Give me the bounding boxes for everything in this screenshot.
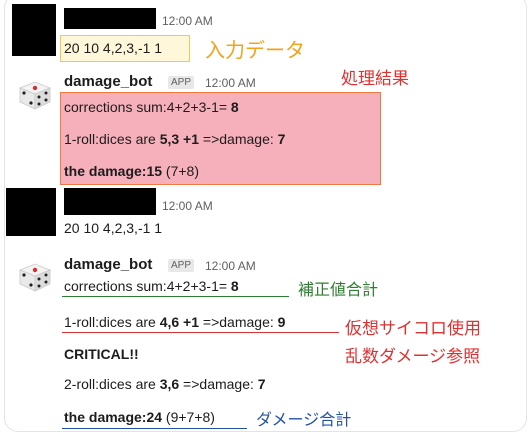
user-name-redacted[interactable] [64, 8, 156, 29]
message-text: 20 10 4,2,3,-1 1 [64, 40, 163, 56]
annotation-input-data: 入力データ [205, 40, 305, 62]
bot-name[interactable]: damage_bot [64, 73, 152, 90]
roll-underline [62, 332, 339, 333]
message-text: 20 10 4,2,3,-1 1 [64, 220, 163, 236]
corrections-sum-line: corrections sum:4+2+3-1= 8 [64, 278, 239, 294]
corrections-underline [62, 296, 289, 297]
message-timestamp[interactable]: 12:00 AM [205, 259, 256, 273]
dice-avatar-icon[interactable] [16, 256, 54, 294]
annotation-random-damage: 乱数ダメージ参照 [345, 347, 481, 366]
user-avatar[interactable] [12, 4, 56, 56]
user-avatar[interactable] [6, 188, 56, 236]
corrections-sum-line: corrections sum:4+2+3-1= 8 [64, 99, 239, 115]
roll-line: 1-roll:dices are 5,3 +1 =>damage: 7 [64, 131, 286, 147]
annotation-damage-total: ダメージ合計 [256, 412, 352, 429]
annotation-processing-result: 処理結果 [341, 69, 409, 88]
second-roll-line: 2-roll:dices are 3,6 =>damage: 7 [64, 376, 266, 392]
total-damage-underline [62, 428, 247, 429]
chat-panel-frame [4, 0, 527, 432]
bot-name[interactable]: damage_bot [64, 256, 152, 273]
critical-line: CRITICAL!! [64, 346, 139, 362]
message-timestamp[interactable]: 12:00 AM [162, 14, 213, 28]
message-timestamp[interactable]: 12:00 AM [205, 76, 256, 90]
annotation-virtual-dice: 仮想サイコロ使用 [345, 319, 481, 338]
user-name-redacted[interactable] [64, 188, 156, 215]
app-badge: APP [168, 76, 195, 89]
total-damage-line: the damage:24 (9+7+8) [64, 409, 215, 425]
total-damage-line: the damage:15 (7+8) [64, 163, 200, 179]
app-badge: APP [168, 259, 195, 272]
dice-avatar-icon[interactable] [16, 74, 54, 112]
message-timestamp[interactable]: 12:00 AM [162, 199, 213, 213]
roll-line: 1-roll:dices are 4,6 +1 =>damage: 9 [64, 314, 286, 330]
annotation-correction-total: 補正値合計 [298, 282, 379, 299]
